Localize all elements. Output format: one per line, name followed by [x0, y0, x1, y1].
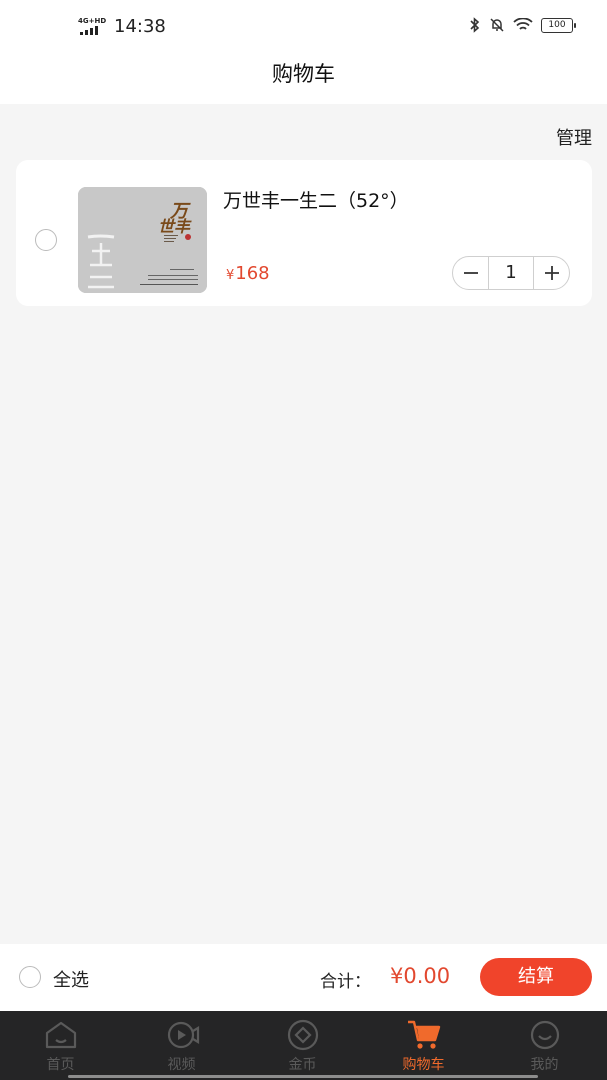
- bottom-tab-bar: 首页 视频 金币 购物车 我的: [0, 1011, 607, 1080]
- bluetooth-icon: [470, 17, 480, 33]
- select-all-label[interactable]: 全选: [53, 966, 89, 992]
- status-left: 4G+HD 14:38: [78, 16, 166, 37]
- network-indicator: 4G+HD: [78, 17, 108, 37]
- tab-profile-label: 我的: [530, 1057, 559, 1073]
- item-select-radio[interactable]: [35, 229, 57, 251]
- total-label: 合计：: [320, 972, 371, 992]
- tab-cart[interactable]: 购物车: [363, 1011, 484, 1080]
- battery-icon: 100: [541, 17, 576, 33]
- tab-profile[interactable]: 我的: [484, 1011, 605, 1080]
- tab-coin-label: 金币: [288, 1057, 317, 1073]
- profile-icon: [530, 1020, 560, 1050]
- svg-text:世丰: 世丰: [158, 217, 192, 236]
- quantity-input[interactable]: 1: [488, 257, 534, 289]
- tab-home-label: 首页: [46, 1057, 75, 1073]
- product-image[interactable]: 万 世丰: [78, 187, 207, 293]
- tab-coin[interactable]: 金币: [242, 1011, 363, 1080]
- total-value: ¥0.00: [390, 964, 451, 988]
- select-all-radio[interactable]: [19, 966, 41, 988]
- status-bar: 4G+HD 14:38 100: [0, 0, 607, 52]
- minus-icon: [463, 271, 478, 274]
- status-right: 100: [469, 17, 576, 33]
- quantity-stepper: 1: [452, 256, 570, 290]
- tab-cart-label: 购物车: [402, 1057, 445, 1073]
- home-indicator[interactable]: [68, 1075, 538, 1078]
- tab-video[interactable]: 视频: [121, 1011, 242, 1080]
- network-label: 4G+HD: [78, 16, 107, 25]
- decrease-quantity-button[interactable]: [453, 257, 488, 288]
- manage-button[interactable]: 管理: [556, 124, 592, 150]
- increase-quantity-button[interactable]: [534, 257, 569, 288]
- video-icon: [167, 1021, 200, 1049]
- price-currency: ¥: [226, 268, 235, 283]
- mute-bell-icon: [490, 18, 504, 32]
- tab-home[interactable]: 首页: [0, 1011, 121, 1080]
- coin-icon: [287, 1019, 319, 1051]
- page-header: 购物车: [0, 52, 607, 104]
- cart-icon: [408, 1020, 441, 1049]
- checkout-button[interactable]: 结算: [480, 958, 592, 996]
- plus-icon: [544, 265, 559, 280]
- page-title: 购物车: [272, 62, 335, 86]
- signal-bars-icon: [80, 25, 98, 35]
- product-price: ¥168: [226, 263, 270, 284]
- home-icon: [45, 1021, 77, 1049]
- product-image-art: 万 世丰: [78, 187, 207, 293]
- cart-item-card: 万 世丰 万世丰一生二（52°） ¥168 1: [16, 160, 592, 306]
- wifi-icon: [513, 18, 533, 30]
- price-value: 168: [235, 263, 270, 284]
- status-time: 14:38: [114, 16, 166, 37]
- product-name[interactable]: 万世丰一生二（52°）: [223, 186, 409, 213]
- tab-video-label: 视频: [167, 1057, 196, 1073]
- checkout-bar: 全选 合计： ¥0.00 结算: [0, 944, 607, 1011]
